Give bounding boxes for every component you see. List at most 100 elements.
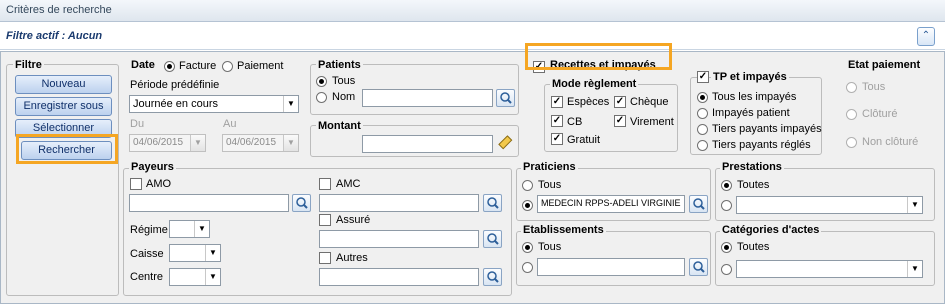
window-title: Critères de recherche [6,4,112,16]
etat-option-2: Non clôturé [862,136,919,148]
caisse-select[interactable]: ▼ [169,244,221,262]
prestations-toutes-label: Toutes [737,179,770,191]
window-title-bar: Critères de recherche [0,0,945,22]
date-paiement-label: Paiement [237,60,284,72]
etablissement-field[interactable] [537,258,685,276]
tp-option-1: Impayés patient [712,107,790,119]
du-date-value: 04/06/2015 [133,137,184,148]
patient-name-field[interactable] [362,89,493,107]
etablissements-legend: Etablissements [521,224,606,236]
etat-tous-radio[interactable] [846,82,857,93]
virement-checkbox[interactable]: ✓ [614,115,626,127]
montant-field[interactable] [362,135,493,153]
categorie-select[interactable]: ▼ [736,260,923,278]
centre-select[interactable]: ▼ [169,268,221,286]
autres-label: Autres [336,252,368,264]
amo-label: AMO [146,178,172,190]
payeurs-legend: Payeurs [129,161,176,173]
prestation-select[interactable]: ▼ [736,196,923,214]
patients-tous-radio[interactable] [316,76,327,87]
au-date-field[interactable]: 04/06/2015 ▼ [222,134,299,152]
tp-tous-impayes-radio[interactable] [697,92,708,103]
prestations-toutes-radio[interactable] [721,180,732,191]
au-date-value: 04/06/2015 [226,137,277,148]
date-facture-radio[interactable] [164,61,175,72]
cheque-checkbox[interactable]: ✓ [614,96,626,108]
etat-cloture-radio[interactable] [846,109,857,120]
amo-field[interactable] [129,194,289,212]
etablissements-specific-radio[interactable] [522,262,533,273]
chevron-down-icon: ▼ [907,197,922,213]
cheque-label: Chèque [630,96,669,108]
du-label: Du [130,118,145,130]
especes-checkbox[interactable]: ✓ [551,96,563,108]
chevron-down-icon: ▼ [283,135,298,151]
date-legend: Date [131,59,155,71]
eraser-icon[interactable] [497,135,516,153]
regime-label: Régime [130,224,168,236]
tp-option-3: Tiers payants réglés [712,139,811,151]
search-icon[interactable] [689,258,708,276]
tp-impayes-legend: TP et impayés [711,71,789,83]
tp-impayes-checkbox[interactable]: ✓ [697,71,709,83]
etat-option-1: Clôturé [862,108,898,120]
praticiens-tous-radio[interactable] [522,180,533,191]
periode-select[interactable]: Journée en cours ▼ [129,95,299,113]
search-icon[interactable] [496,89,515,107]
assure-field[interactable] [319,230,479,248]
search-icon[interactable] [292,194,311,212]
search-icon[interactable] [483,230,502,248]
active-filter-bar: Filtre actif : Aucun [0,22,945,50]
etat-option-0: Tous [862,81,886,93]
tp-tiers-regles-radio[interactable] [697,140,708,151]
prestations-legend: Prestations [720,161,784,173]
amc-label: AMC [336,178,361,190]
assure-checkbox[interactable] [319,214,331,226]
amc-checkbox[interactable] [319,178,331,190]
tp-tiers-impayes-radio[interactable] [697,124,708,135]
enregistrer-sous-button[interactable]: Enregistrer sous [15,97,112,116]
nouveau-button[interactable]: Nouveau [15,75,112,94]
patients-tous-label: Tous [332,75,356,87]
amo-checkbox[interactable] [130,178,142,190]
categories-toutes-radio[interactable] [721,242,732,253]
gratuit-checkbox[interactable]: ✓ [551,133,563,145]
du-date-field[interactable]: 04/06/2015 ▼ [129,134,206,152]
centre-label: Centre [130,271,164,283]
categories-specific-radio[interactable] [721,264,732,275]
amc-field[interactable] [319,194,479,212]
date-facture-label: Facture [179,60,217,72]
caisse-label: Caisse [130,248,164,260]
praticiens-tous-label: Tous [538,179,562,191]
etat-non-cloture-radio[interactable] [846,137,857,148]
autres-checkbox[interactable] [319,252,331,264]
double-chevron-up-icon[interactable]: ⌃ [917,27,935,46]
date-paiement-radio[interactable] [222,61,233,72]
tp-impayes-patient-radio[interactable] [697,108,708,119]
especes-label: Espèces [567,96,610,108]
montant-legend: Montant [316,120,363,132]
virement-label: Virement [630,116,674,128]
recettes-highlight [525,43,672,70]
etablissements-tous-radio[interactable] [522,242,533,253]
periode-label: Période prédéfinie [130,79,220,91]
cb-checkbox[interactable]: ✓ [551,115,563,127]
chevron-down-icon: ▼ [205,269,220,285]
search-icon[interactable] [483,194,502,212]
prestations-specific-radio[interactable] [721,200,732,211]
praticiens-legend: Praticiens [521,161,578,173]
praticiens-specific-radio[interactable] [522,200,533,211]
active-filter-label: Filtre actif : Aucun [6,30,103,42]
regime-select[interactable]: ▼ [169,220,210,238]
praticien-field[interactable]: MEDECIN RPPS-ADELI VIRGINIE [537,195,685,213]
search-icon[interactable] [483,268,502,286]
cb-label: CB [567,116,583,128]
assure-label: Assuré [336,214,371,226]
patients-nom-label: Nom [332,91,356,103]
patients-nom-radio[interactable] [316,92,327,103]
mode-reglement-legend: Mode règlement [550,78,639,90]
rechercher-highlight [16,134,118,164]
search-icon[interactable] [689,195,708,213]
categories-legend: Catégories d'actes [720,224,822,236]
autres-field[interactable] [319,268,479,286]
